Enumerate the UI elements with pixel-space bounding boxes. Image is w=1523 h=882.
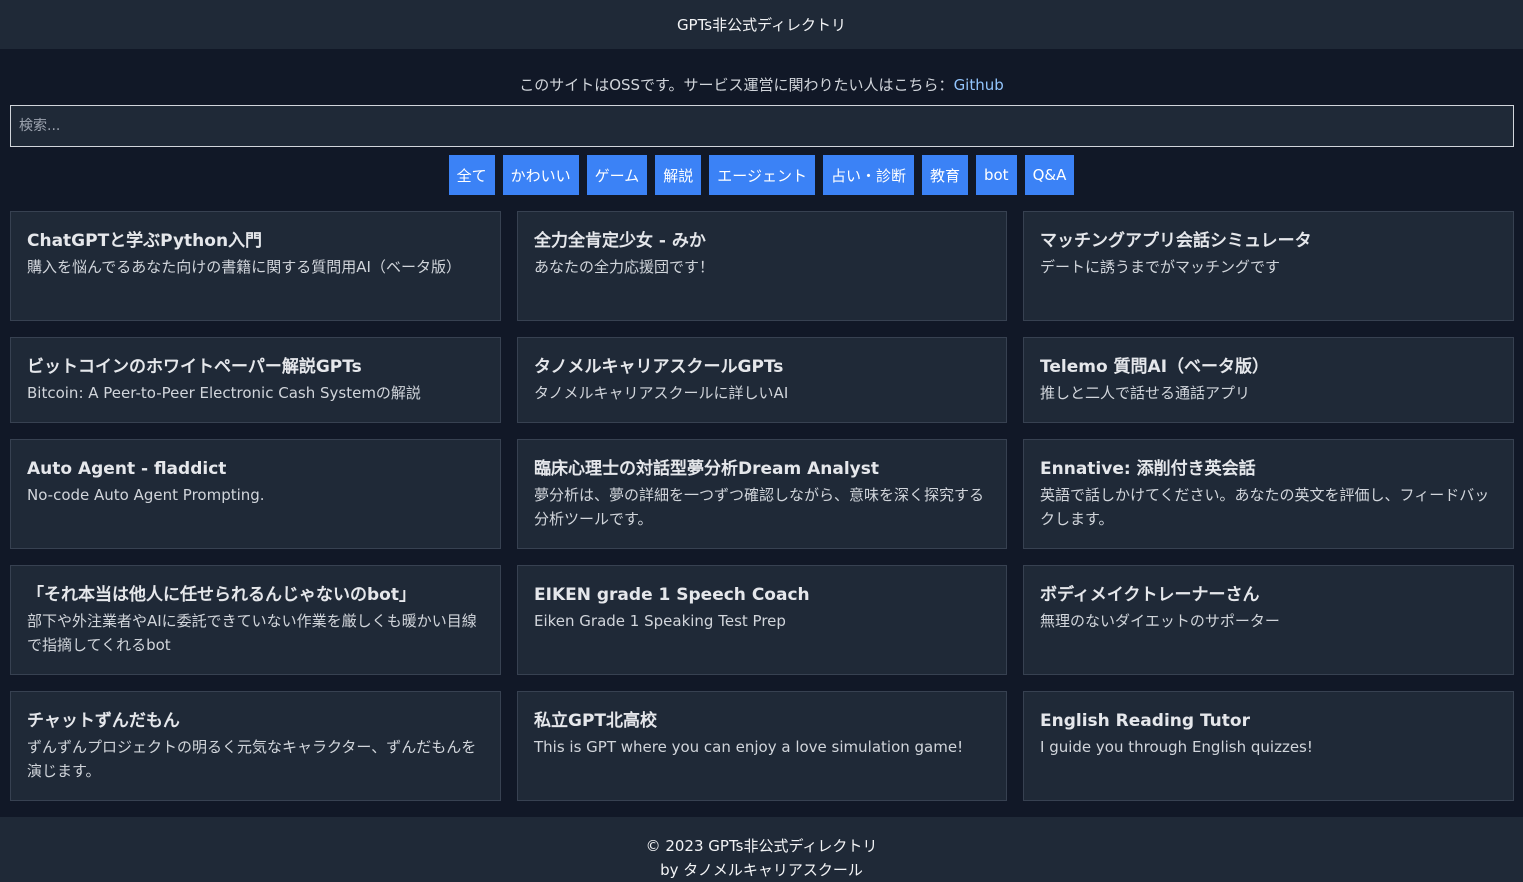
gpt-card[interactable]: Telemo 質問AI（ベータ版） 推しと二人で話せる通話アプリ xyxy=(1023,337,1514,423)
category-cute-button[interactable]: かわいい xyxy=(502,155,579,195)
category-bot-button[interactable]: bot xyxy=(975,155,1017,195)
category-explanation-button[interactable]: 解説 xyxy=(655,155,702,195)
site-footer: © 2023 GPTs非公式ディレクトリ by タノメルキャリアスクール xyxy=(0,817,1523,882)
gpt-card-description: あなたの全力応援団です！ xyxy=(534,258,715,276)
category-fortune-button[interactable]: 占い・診断 xyxy=(822,155,914,195)
category-filter-bar: 全て かわいい ゲーム 解説 エージェント 占い・診断 教育 bot Q&A xyxy=(0,155,1523,195)
gpt-card-title: マッチングアプリ会話シミュレータ xyxy=(1040,231,1312,251)
gpt-card[interactable]: 全力全肯定少女 - みか あなたの全力応援団です！ xyxy=(517,211,1007,321)
gpt-card[interactable]: タノメルキャリアスクールGPTs タノメルキャリアスクールに詳しいAI xyxy=(517,337,1007,423)
category-agent-button[interactable]: エージェント xyxy=(709,155,815,195)
gpt-card-title: Ennative: 添削付き英会話 xyxy=(1040,459,1256,479)
gpt-card[interactable]: ボディメイクトレーナーさん 無理のないダイエットのサポーター xyxy=(1023,565,1514,675)
gpt-card-title: ボディメイクトレーナーさん xyxy=(1040,585,1260,605)
gpt-card-title: 全力全肯定少女 - みか xyxy=(534,231,706,251)
gpt-card-title: タノメルキャリアスクールGPTs xyxy=(534,357,784,377)
gpt-card-title: 臨床心理士の対話型夢分析Dream Analyst xyxy=(534,459,880,479)
gpt-card-title: 私立GPT北高校 xyxy=(534,711,658,731)
category-qa-button[interactable]: Q&A xyxy=(1024,155,1075,195)
gpt-card[interactable]: ビットコインのホワイトペーパー解説GPTs Bitcoin: A Peer-to… xyxy=(10,337,501,423)
gpt-card-description: 推しと二人で話せる通話アプリ xyxy=(1040,384,1251,402)
gpt-card-title: Telemo 質問AI（ベータ版） xyxy=(1040,357,1270,377)
gpt-card-description: No-code Auto Agent Prompting. xyxy=(27,486,265,504)
search-input[interactable] xyxy=(10,105,1514,147)
gpt-card-title: ChatGPTと学ぶPython入門 xyxy=(27,231,263,251)
github-link[interactable]: Github xyxy=(954,76,1004,94)
oss-notice-text: このサイトはOSSです。サービス運営に関わりたい人はこちら： xyxy=(519,76,954,94)
footer-copyright: © 2023 GPTs非公式ディレクトリ xyxy=(645,837,878,855)
oss-notice: このサイトはOSSです。サービス運営に関わりたい人はこちら：Github xyxy=(0,74,1523,96)
gpt-card-description: 無理のないダイエットのサポーター xyxy=(1040,612,1280,630)
gpt-card[interactable]: 「それ本当は他人に任せられるんじゃないのbot」 部下や外注業者やAIに委託でき… xyxy=(10,565,501,675)
site-header: GPTs非公式ディレクトリ xyxy=(0,0,1523,49)
category-education-button[interactable]: 教育 xyxy=(921,155,968,195)
footer-credit: by タノメルキャリアスクール xyxy=(660,861,863,879)
gpt-card-title: English Reading Tutor xyxy=(1040,711,1250,731)
gpt-card-description: 英語で話しかけてください。あなたの英文を評価し、フィードバックします。 xyxy=(1040,486,1490,528)
gpt-card-description: タノメルキャリアスクールに詳しいAI xyxy=(534,384,789,402)
gpt-card[interactable]: EIKEN grade 1 Speech Coach Eiken Grade 1… xyxy=(517,565,1007,675)
gpts-card-grid: ChatGPTと学ぶPython入門 購入を悩んでるあなた向けの書籍に関する質問… xyxy=(10,211,1514,801)
gpt-card-title: チャットずんだもん xyxy=(27,711,180,731)
gpt-card-description: Bitcoin: A Peer-to-Peer Electronic Cash … xyxy=(27,384,421,402)
gpt-card-description: 部下や外注業者やAIに委託できていない作業を厳しくも暖かい目線で指摘してくれるb… xyxy=(27,612,477,654)
gpt-card-description: デートに誘うまでがマッチングです xyxy=(1040,258,1281,276)
gpt-card-description: 購入を悩んでるあなた向けの書籍に関する質問用AI（ベータ版） xyxy=(27,258,461,276)
gpt-card-description: ずんずんプロジェクトの明るく元気なキャラクター、ずんだもんを演じます。 xyxy=(27,738,477,780)
gpt-card[interactable]: ChatGPTと学ぶPython入門 購入を悩んでるあなた向けの書籍に関する質問… xyxy=(10,211,501,321)
gpt-card-title: Auto Agent - fladdict xyxy=(27,459,227,479)
gpt-card[interactable]: 臨床心理士の対話型夢分析Dream Analyst 夢分析は、夢の詳細を一つずつ… xyxy=(517,439,1007,549)
gpt-card-description: I guide you through English quizzes! xyxy=(1040,738,1313,756)
gpt-card-title: EIKEN grade 1 Speech Coach xyxy=(534,585,810,605)
gpt-card-title: ビットコインのホワイトペーパー解説GPTs xyxy=(27,357,362,377)
gpt-card[interactable]: Auto Agent - fladdict No-code Auto Agent… xyxy=(10,439,501,549)
category-game-button[interactable]: ゲーム xyxy=(586,155,648,195)
gpt-card-description: This is GPT where you can enjoy a love s… xyxy=(534,738,964,756)
site-title[interactable]: GPTs非公式ディレクトリ xyxy=(677,14,846,35)
gpt-card-title: 「それ本当は他人に任せられるんじゃないのbot」 xyxy=(27,585,416,605)
gpt-card[interactable]: マッチングアプリ会話シミュレータ デートに誘うまでがマッチングです xyxy=(1023,211,1514,321)
gpt-card[interactable]: チャットずんだもん ずんずんプロジェクトの明るく元気なキャラクター、ずんだもんを… xyxy=(10,691,501,801)
category-all-button[interactable]: 全て xyxy=(448,155,495,195)
gpt-card[interactable]: 私立GPT北高校 This is GPT where you can enjoy… xyxy=(517,691,1007,801)
gpt-card[interactable]: English Reading Tutor I guide you throug… xyxy=(1023,691,1514,801)
gpt-card[interactable]: Ennative: 添削付き英会話 英語で話しかけてください。あなたの英文を評価… xyxy=(1023,439,1514,549)
gpt-card-description: 夢分析は、夢の詳細を一つずつ確認しながら、意味を深く探究する分析ツールです。 xyxy=(534,486,985,528)
gpt-card-description: Eiken Grade 1 Speaking Test Prep xyxy=(534,612,786,630)
